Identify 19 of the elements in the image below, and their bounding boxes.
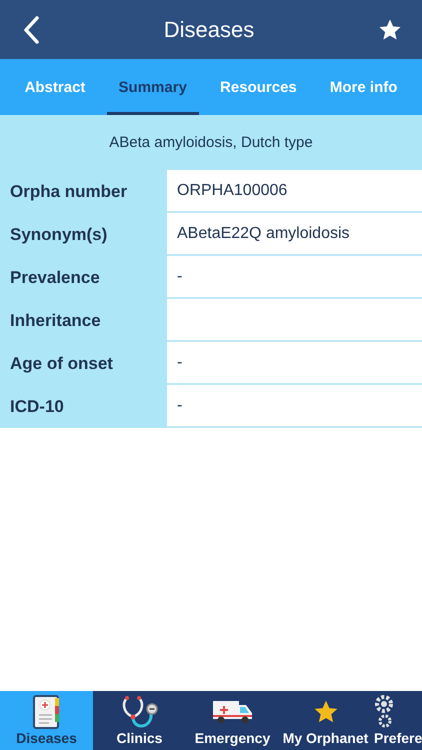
value-cell: - <box>167 385 422 428</box>
back-button[interactable] <box>22 14 40 44</box>
bottom-tab[interactable]: Diseases <box>0 691 93 750</box>
tab[interactable]: Abstract <box>12 59 98 115</box>
bottom-tab[interactable]: Emergency <box>186 691 279 750</box>
value-cell: ORPHA100006 <box>167 170 422 213</box>
tab[interactable]: Resources <box>208 59 309 115</box>
value-cell: - <box>167 256 422 299</box>
stethoscope-icon <box>120 694 158 730</box>
screen-title: Diseases <box>164 16 254 42</box>
tab[interactable]: More info <box>318 59 410 115</box>
star-button[interactable] <box>378 18 402 42</box>
disease-title: ABeta amyloidosis, Dutch type <box>109 134 313 151</box>
bottom-tab[interactable]: Prefere <box>372 691 422 750</box>
bottom-tab[interactable]: My Orphanet <box>279 691 372 750</box>
value-cell: - <box>167 342 422 385</box>
document-icon <box>32 694 60 730</box>
value-cell: ABetaE22Q amyloidosis <box>167 213 422 256</box>
bottom-tab[interactable]: Clinics <box>93 691 186 750</box>
